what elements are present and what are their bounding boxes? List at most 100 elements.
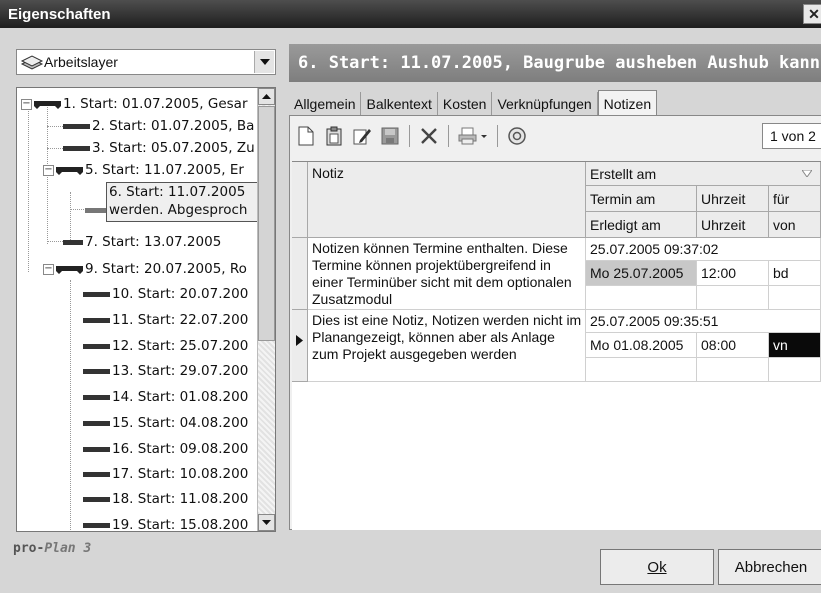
created-cell[interactable]: 25.07.2005 09:37:02 — [586, 238, 821, 261]
note-cell[interactable]: Notizen können Termine enthalten. Diese … — [308, 238, 586, 310]
summary-task-icon — [34, 101, 61, 109]
created-value: 25.07.2005 09:35:51 — [590, 313, 719, 329]
done-time-cell[interactable] — [697, 358, 769, 382]
time-cell[interactable]: 12:00 — [697, 261, 769, 286]
save-note-button[interactable] — [378, 124, 402, 148]
print-button[interactable] — [456, 124, 490, 148]
scroll-down-icon[interactable] — [258, 514, 275, 531]
tree-item[interactable]: 7. Start: 13.07.2005 — [63, 231, 221, 253]
termin-value: Mo 01.08.2005 — [590, 337, 684, 353]
scroll-thumb[interactable] — [258, 106, 275, 341]
toolbar-separator — [409, 125, 410, 147]
column-header-uhrzeit-erledigt[interactable]: Uhrzeit — [697, 212, 769, 238]
tree-scrollbar[interactable] — [257, 88, 275, 531]
tree-item[interactable]: 14. Start: 01.08.200 — [83, 386, 248, 408]
termin-cell[interactable]: Mo 25.07.2005 — [586, 261, 697, 286]
task-bar-icon — [83, 496, 110, 502]
by-cell[interactable] — [769, 358, 821, 382]
tab-verknuepfungen[interactable]: Verknüpfungen — [492, 92, 598, 116]
by-cell[interactable] — [769, 286, 821, 310]
close-button[interactable]: ✕ — [803, 4, 821, 24]
tab-balkentext[interactable]: Balkentext — [361, 92, 438, 116]
tree-item[interactable]: 12. Start: 25.07.200 — [83, 335, 248, 357]
column-header-uhrzeit[interactable]: Uhrzeit — [697, 186, 769, 212]
delete-icon — [421, 128, 437, 144]
ok-button[interactable]: Ok — [600, 549, 714, 585]
printer-icon — [458, 127, 487, 145]
column-header-label: Uhrzeit — [701, 217, 746, 233]
termin-cell[interactable]: Mo 01.08.2005 — [586, 333, 697, 358]
tree-item[interactable]: − 9. Start: 20.07.2005, Ro — [43, 258, 247, 280]
brand-prefix: pro- — [13, 541, 45, 556]
task-bar-icon — [83, 394, 110, 400]
column-header-erstellt[interactable]: Erstellt am — [586, 162, 821, 186]
for-cell[interactable]: bd — [769, 261, 821, 286]
tree-item-label: 13. Start: 29.07.200 — [112, 363, 249, 379]
tree-item[interactable]: 15. Start: 04.08.200 — [83, 412, 248, 434]
notes-grid[interactable]: Notiz Erstellt am Termin am Uhrzeit für … — [292, 161, 821, 530]
layer-select[interactable]: Arbeitslayer — [16, 49, 276, 75]
column-header-termin[interactable]: Termin am — [586, 186, 697, 212]
for-value: vn — [773, 337, 788, 353]
collapse-icon[interactable]: − — [43, 263, 54, 275]
column-header-label: Uhrzeit — [701, 191, 746, 207]
tree-item-label: 15. Start: 04.08.200 — [112, 415, 249, 431]
tree-item[interactable]: − 5. Start: 11.07.2005, Er — [43, 159, 244, 181]
ok-label: Ok — [647, 558, 667, 576]
tree-item-label: 11. Start: 22.07.200 — [112, 312, 249, 328]
for-cell-selected[interactable]: vn — [769, 333, 821, 358]
row-indicator[interactable] — [292, 238, 308, 310]
time-cell[interactable]: 08:00 — [697, 333, 769, 358]
tree-item[interactable]: 2. Start: 01.07.2005, Ba — [63, 115, 254, 137]
tree-item-label: 9. Start: 20.07.2005, Ro — [85, 261, 247, 277]
delete-note-button[interactable] — [417, 124, 441, 148]
collapse-icon[interactable]: − — [43, 164, 54, 176]
task-tree[interactable]: − 1. Start: 01.07.2005, Gesar 2. Start: … — [16, 87, 276, 532]
scroll-up-icon[interactable] — [258, 88, 275, 105]
collapse-icon[interactable]: − — [21, 98, 32, 110]
paste-note-button[interactable] — [322, 124, 346, 148]
done-cell[interactable] — [586, 358, 697, 382]
done-time-cell[interactable] — [697, 286, 769, 310]
new-note-button[interactable] — [294, 124, 318, 148]
column-header-von[interactable]: von — [769, 212, 821, 238]
current-row-icon — [296, 335, 303, 346]
notes-toolbar — [292, 119, 821, 153]
note-cell[interactable]: Dies ist eine Notiz, Notizen werden nich… — [308, 310, 586, 382]
column-header-erledigt[interactable]: Erledigt am — [586, 212, 697, 238]
tree-item[interactable]: 16. Start: 09.08.200 — [83, 438, 248, 460]
tree-item[interactable]: − 1. Start: 01.07.2005, Gesar — [21, 93, 248, 115]
tree-item[interactable]: 3. Start: 05.07.2005, Zu — [63, 137, 255, 159]
tree-item[interactable]: 18. Start: 11.08.200 — [83, 488, 248, 510]
task-bar-icon — [85, 208, 107, 213]
layer-select-value: Arbeitslayer — [44, 54, 118, 70]
done-cell[interactable] — [586, 286, 697, 310]
task-bar-icon — [83, 522, 110, 528]
column-header-label: Erstellt am — [590, 166, 657, 182]
sort-descending-icon — [802, 170, 812, 177]
layers-icon — [20, 55, 44, 70]
chevron-down-icon[interactable] — [254, 51, 274, 73]
tree-item-label: 18. Start: 11.08.200 — [112, 491, 249, 507]
created-cell[interactable]: 25.07.2005 09:35:51 — [586, 310, 821, 333]
cancel-button[interactable]: Abbrechen — [718, 549, 821, 585]
tree-item[interactable]: 11. Start: 22.07.200 — [83, 309, 248, 331]
tree-item[interactable]: 13. Start: 29.07.200 — [83, 360, 248, 382]
tab-kosten[interactable]: Kosten — [438, 92, 493, 116]
tree-item[interactable]: 17. Start: 10.08.200 — [83, 463, 248, 485]
help-button[interactable] — [505, 124, 529, 148]
edit-note-button[interactable] — [350, 124, 374, 148]
row-indicator-current[interactable] — [292, 310, 308, 382]
column-header-notiz[interactable]: Notiz — [308, 162, 586, 238]
column-header-label: Erledigt am — [590, 217, 661, 233]
column-header-fuer[interactable]: für — [769, 186, 821, 212]
task-bar-icon — [63, 239, 83, 245]
tab-notizen[interactable]: Notizen — [597, 90, 658, 116]
tree-item-selected[interactable]: 6. Start: 11.07.2005 werden. Abgesproch — [106, 182, 258, 222]
tree-item-label: 7. Start: 13.07.2005 — [85, 234, 222, 250]
tree-item[interactable]: 19. Start: 15.08.200 — [83, 514, 248, 531]
brand-name: Plan 3 — [44, 541, 92, 556]
tree-item[interactable]: 10. Start: 20.07.200 — [83, 283, 248, 305]
note-text: Dies ist eine Notiz, Notizen werden nich… — [312, 312, 582, 362]
tab-allgemein[interactable]: Allgemein — [289, 92, 362, 116]
